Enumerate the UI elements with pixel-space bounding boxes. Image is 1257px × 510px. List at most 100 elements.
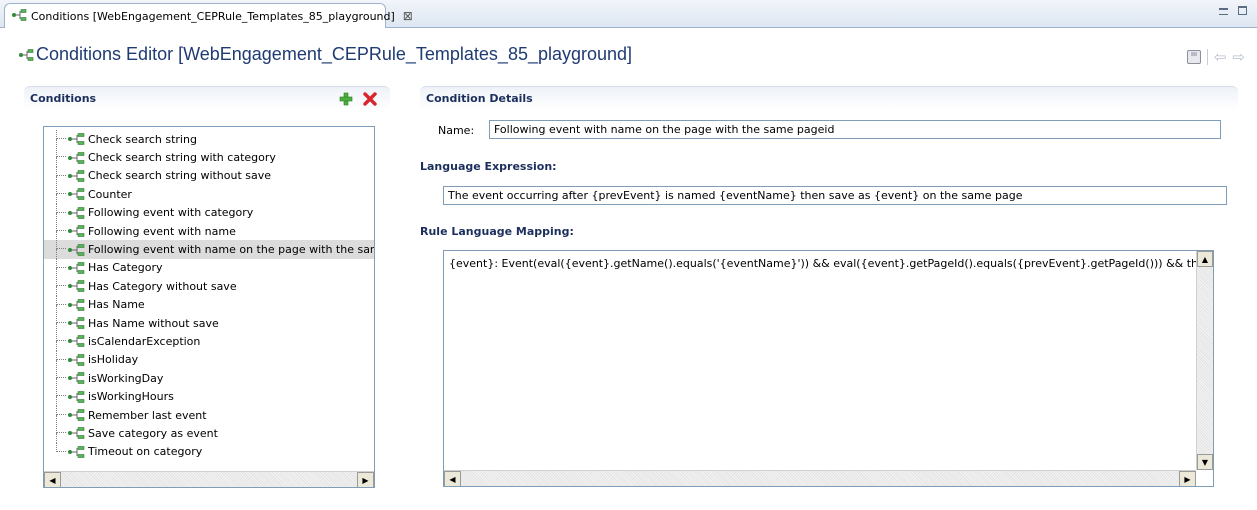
tree-connector	[56, 148, 66, 158]
condition-node-icon	[66, 243, 86, 256]
condition-node-icon	[66, 372, 86, 385]
save-icon[interactable]	[1186, 50, 1201, 64]
forward-arrow-icon[interactable]: ⇨	[1232, 48, 1245, 66]
rule-horizontal-scrollbar[interactable]: ◀ ▶	[444, 470, 1196, 486]
tree-item-label: Has Category	[88, 261, 163, 275]
tree-connector	[56, 277, 66, 287]
condition-node-icon	[66, 390, 86, 403]
tree-connector	[56, 258, 66, 268]
maximize-icon[interactable]	[1238, 6, 1247, 15]
condition-node-icon	[66, 188, 86, 201]
tree-item[interactable]: Has Category	[44, 258, 374, 278]
rule-mapping-textarea[interactable]: {event}: Event(eval({event}.getName().eq…	[443, 250, 1214, 487]
condition-node-icon	[66, 317, 86, 329]
tree-item[interactable]: isCalendarException	[44, 332, 374, 352]
tree-item[interactable]: Check search string without save	[44, 166, 374, 186]
scroll-right-icon[interactable]: ▶	[1179, 471, 1196, 486]
tree-item-label: Check search string without save	[88, 169, 272, 183]
editor-header: Conditions Editor [WebEngagement_CEPRule…	[0, 28, 1257, 74]
tree-connector	[56, 240, 66, 250]
tree-item-label: Remember last event	[88, 408, 207, 422]
tree-item[interactable]: Following event with name	[44, 221, 374, 241]
tree-connector	[56, 387, 66, 397]
condition-node-icon	[66, 446, 86, 458]
tree-item-label: isWorkingDay	[88, 371, 164, 385]
tree-item[interactable]: Timeout on category	[44, 442, 374, 461]
tree-item-label: Following event with name	[88, 224, 236, 238]
condition-node-icon	[66, 298, 86, 311]
tree-item[interactable]: Has Name without save	[44, 313, 374, 333]
tree-connector	[56, 405, 66, 415]
tree-connector	[56, 130, 66, 139]
tree-item[interactable]: isWorkingDay	[44, 369, 374, 389]
tree-connector	[56, 313, 66, 323]
back-arrow-icon[interactable]: ⇦	[1214, 48, 1227, 66]
tree-connector	[56, 332, 66, 342]
tree-item-label: Following event with category	[88, 206, 254, 220]
condition-node-icon	[66, 225, 86, 237]
scroll-up-icon[interactable]: ▲	[1197, 251, 1213, 267]
condition-node-icon	[66, 170, 86, 182]
scroll-right-icon[interactable]: ▶	[357, 472, 374, 487]
tree-item[interactable]: Check search string with category	[44, 148, 374, 168]
conditions-tree[interactable]: Check search string Check search string w…	[43, 126, 375, 488]
tree-item-label: Save category as event	[88, 426, 218, 440]
rule-mapping-label: Rule Language Mapping:	[420, 225, 574, 238]
editor-title: Conditions Editor [WebEngagement_CEPRule…	[36, 44, 633, 64]
add-icon[interactable]	[339, 92, 353, 109]
close-icon[interactable]: ⊠	[403, 9, 413, 23]
tree-connector	[56, 295, 66, 305]
scroll-down-icon[interactable]: ▼	[1197, 454, 1213, 470]
tree-item-label: isCalendarException	[88, 334, 201, 348]
language-expression-label: Language Expression:	[420, 160, 557, 173]
toolbar-separator	[1206, 49, 1208, 65]
details-section-title: Condition Details	[426, 92, 533, 105]
condition-node-icon	[66, 335, 86, 348]
condition-node-icon	[66, 151, 86, 164]
tree-item[interactable]: Following event with category	[44, 203, 374, 223]
tree-item[interactable]: Has Name	[44, 295, 374, 315]
conditions-node-icon	[11, 8, 27, 24]
name-field[interactable]: Following event with name on the page wi…	[489, 120, 1221, 139]
language-expression-field[interactable]: The event occurring after {prevEvent} is…	[443, 186, 1227, 205]
tree-item-label: Following event with name on the page wi…	[88, 243, 375, 257]
conditions-section-header: Conditions	[24, 86, 390, 110]
tree-item-label: Has Name without save	[88, 316, 219, 330]
condition-node-icon	[66, 262, 86, 274]
condition-node-icon	[66, 409, 86, 421]
condition-node-icon	[66, 133, 86, 145]
tree-item[interactable]: Following event with name on the page wi…	[44, 240, 375, 260]
condition-node-icon	[66, 280, 86, 293]
tree-item[interactable]: isHoliday	[44, 350, 374, 370]
condition-node-icon	[66, 354, 86, 366]
tree-connector	[56, 424, 66, 434]
tree-item[interactable]: Has Category without save	[44, 277, 374, 297]
remove-icon[interactable]	[363, 92, 377, 109]
condition-node-icon	[66, 427, 86, 440]
tree-connector	[56, 442, 66, 452]
tree-item[interactable]: Remember last event	[44, 405, 374, 425]
editor-tab[interactable]: Conditions [WebEngagement_CEPRule_Templa…	[4, 3, 413, 28]
scroll-left-icon[interactable]: ◀	[44, 472, 61, 487]
tree-item[interactable]: Check search string	[44, 130, 374, 149]
conditions-tree-list: Check search string Check search string w…	[44, 130, 374, 461]
tree-item-label: isWorkingHours	[88, 390, 174, 404]
rule-mapping-text: {event}: Event(eval({event}.getName().eq…	[449, 257, 1214, 270]
details-section-header: Condition Details	[420, 86, 1238, 110]
tree-item[interactable]: Counter	[44, 185, 374, 205]
tree-horizontal-scrollbar[interactable]: ◀ ▶	[44, 471, 374, 487]
tree-item-label: Timeout on category	[88, 445, 203, 459]
rule-vertical-scrollbar[interactable]: ▲ ▼	[1196, 251, 1213, 470]
conditions-editor-icon	[18, 49, 34, 64]
tree-connector	[56, 369, 66, 379]
tree-item[interactable]: Save category as event	[44, 424, 374, 444]
tree-item-label: isHoliday	[88, 353, 139, 367]
tree-item-label: Has Category without save	[88, 279, 237, 293]
tree-item-label: Check search string with category	[88, 151, 276, 165]
tree-item-label: Check search string	[88, 132, 197, 146]
tree-item[interactable]: isWorkingHours	[44, 387, 374, 407]
minimize-icon[interactable]	[1219, 8, 1228, 15]
tree-connector	[56, 166, 66, 176]
name-label: Name:	[438, 124, 475, 137]
scroll-left-icon[interactable]: ◀	[444, 471, 461, 486]
